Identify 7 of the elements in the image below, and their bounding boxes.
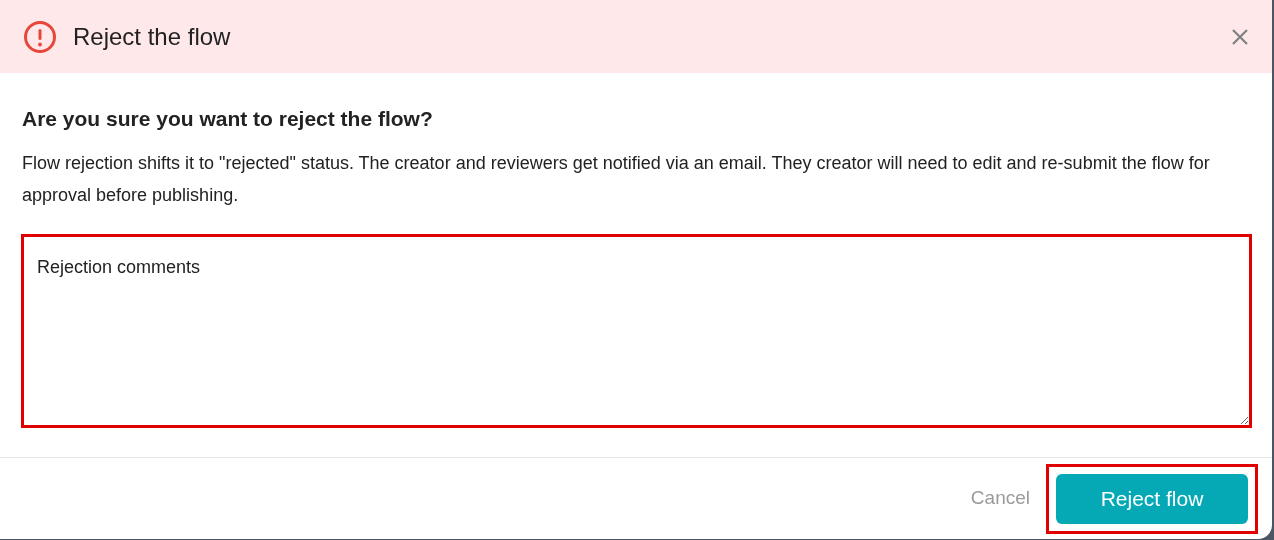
dialog-heading: Are you sure you want to reject the flow? xyxy=(22,106,434,132)
dialog-description: Flow rejection shifts it to "rejected" status. The creator and reviewers get notified via an email. They creator will need to edit and re-submit the flow for approval before publishing. xyxy=(22,152,1211,207)
alert-icon xyxy=(23,19,57,54)
cancel-button[interactable]: Cancel xyxy=(968,473,1032,524)
reject-button[interactable]: Reject flow xyxy=(1056,473,1248,524)
comments-field[interactable]: Rejection comments xyxy=(21,234,1252,428)
dialog-title: Reject the flow xyxy=(73,21,231,52)
